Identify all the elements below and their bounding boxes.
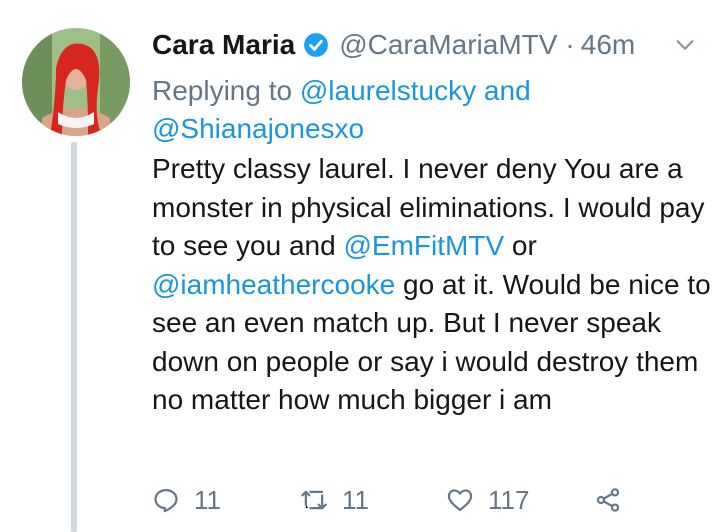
heart-icon	[447, 489, 473, 512]
author-handle[interactable]: @CaraMariaMTV	[339, 29, 557, 61]
reply-icon	[154, 488, 178, 513]
retweet-icon	[301, 490, 327, 510]
replying-to: Replying to @laurelstucky and @Shianajon…	[152, 72, 712, 148]
retweet-button[interactable]: 11	[300, 478, 369, 522]
reply-mention-shianajonesxo[interactable]: @Shianajonesxo	[152, 113, 364, 144]
tweet-text: Pretty classy laurel. I never deny You a…	[152, 150, 712, 420]
thread-line	[71, 142, 77, 532]
share-button[interactable]	[594, 478, 622, 522]
verified-badge-icon	[304, 33, 329, 57]
mention-emfitmtv[interactable]: @EmFitMTV	[343, 230, 504, 261]
tweet-timestamp[interactable]: 46m	[581, 29, 635, 61]
tweet-actions: 11 11 117	[152, 478, 712, 522]
reply-button[interactable]: 11	[152, 478, 221, 522]
chevron-down-icon[interactable]	[674, 34, 696, 56]
reply-conjunction: and	[483, 75, 531, 106]
retweet-count: 11	[342, 484, 369, 515]
replying-to-prefix: Replying to	[152, 75, 293, 106]
reply-mention-laurelstucky[interactable]: @laurelstucky	[300, 75, 476, 106]
like-button[interactable]: 117	[446, 478, 529, 522]
tweet-header: Cara Maria @CaraMariaMTV · 46m	[152, 22, 712, 68]
mention-iamheathercooke[interactable]: @iamheathercooke	[152, 269, 395, 300]
author-name[interactable]: Cara Maria	[152, 29, 295, 61]
reply-count: 11	[194, 484, 221, 515]
avatar-photo	[22, 28, 130, 136]
tweet-text-part-2: or	[504, 230, 537, 261]
like-count: 117	[488, 484, 530, 515]
share-icon	[596, 488, 620, 512]
avatar[interactable]	[22, 28, 130, 136]
separator-dot: ·	[565, 29, 575, 60]
